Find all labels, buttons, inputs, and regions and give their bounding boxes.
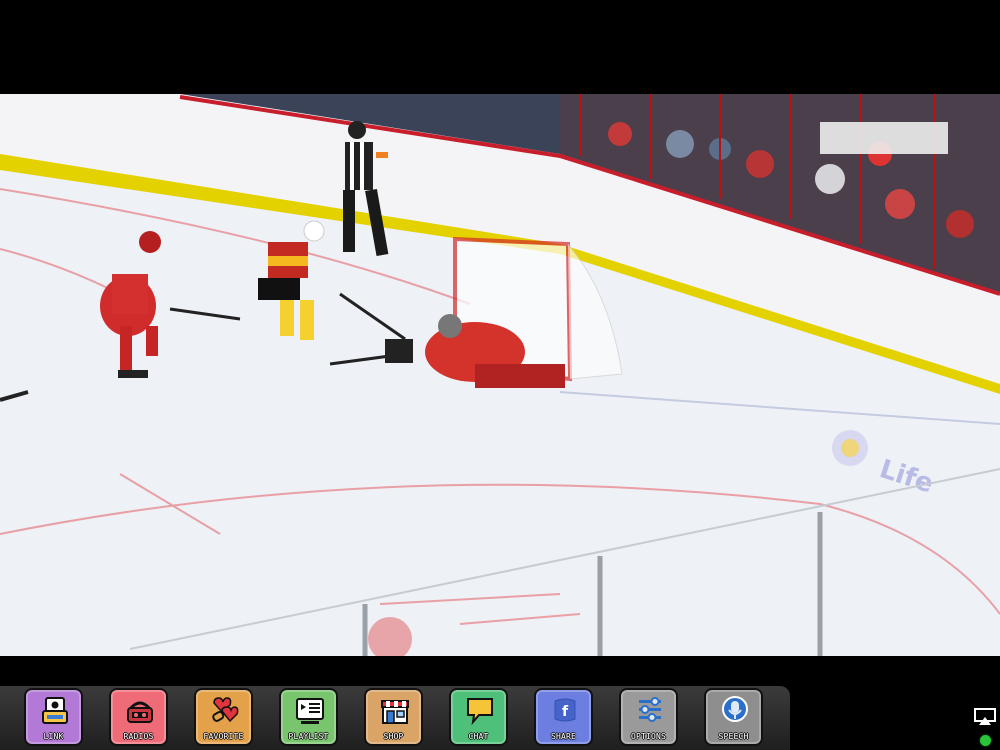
airplay-icon (974, 708, 996, 725)
status-indicator (980, 735, 991, 746)
shop-button[interactable]: SHOP (364, 688, 423, 746)
speech-button[interactable]: SPEECH (704, 688, 763, 746)
radio-icon (127, 701, 153, 723)
video-player[interactable]: Life (0, 94, 1000, 656)
share-label: SHARE (550, 732, 577, 741)
link-button[interactable]: LINK (24, 688, 83, 746)
radios-button[interactable]: RADIOS (109, 688, 168, 746)
options-icon (639, 697, 661, 722)
link-label: LINK (43, 732, 64, 741)
shop-icon (381, 700, 409, 724)
playlist-icon (296, 698, 324, 724)
radios-label: RADIOS (123, 732, 154, 741)
speech-label: SPEECH (718, 732, 749, 741)
link-icon (42, 697, 68, 724)
speech-icon (722, 696, 748, 722)
favorite-button[interactable]: FAVORITE (194, 688, 253, 746)
hockey-video-frame: Life (0, 94, 1000, 656)
svg-text:f: f (562, 704, 569, 720)
bottom-dock: LINK RADIOS FAVORITE PLAYLIST SHOP CHAT … (0, 686, 790, 750)
options-button[interactable]: OPTIONS (619, 688, 678, 746)
share-button[interactable]: f SHARE (534, 688, 593, 746)
chat-icon (467, 698, 493, 726)
shop-label: SHOP (383, 732, 404, 741)
playlist-label: PLAYLIST (288, 732, 329, 741)
airplay-button[interactable] (974, 708, 996, 726)
options-label: OPTIONS (630, 732, 667, 741)
favorite-icon (212, 697, 239, 723)
favorite-label: FAVORITE (203, 732, 244, 741)
share-icon: f (554, 698, 576, 722)
chat-label: CHAT (468, 732, 489, 741)
playlist-button[interactable]: PLAYLIST (279, 688, 338, 746)
chat-button[interactable]: CHAT (449, 688, 508, 746)
